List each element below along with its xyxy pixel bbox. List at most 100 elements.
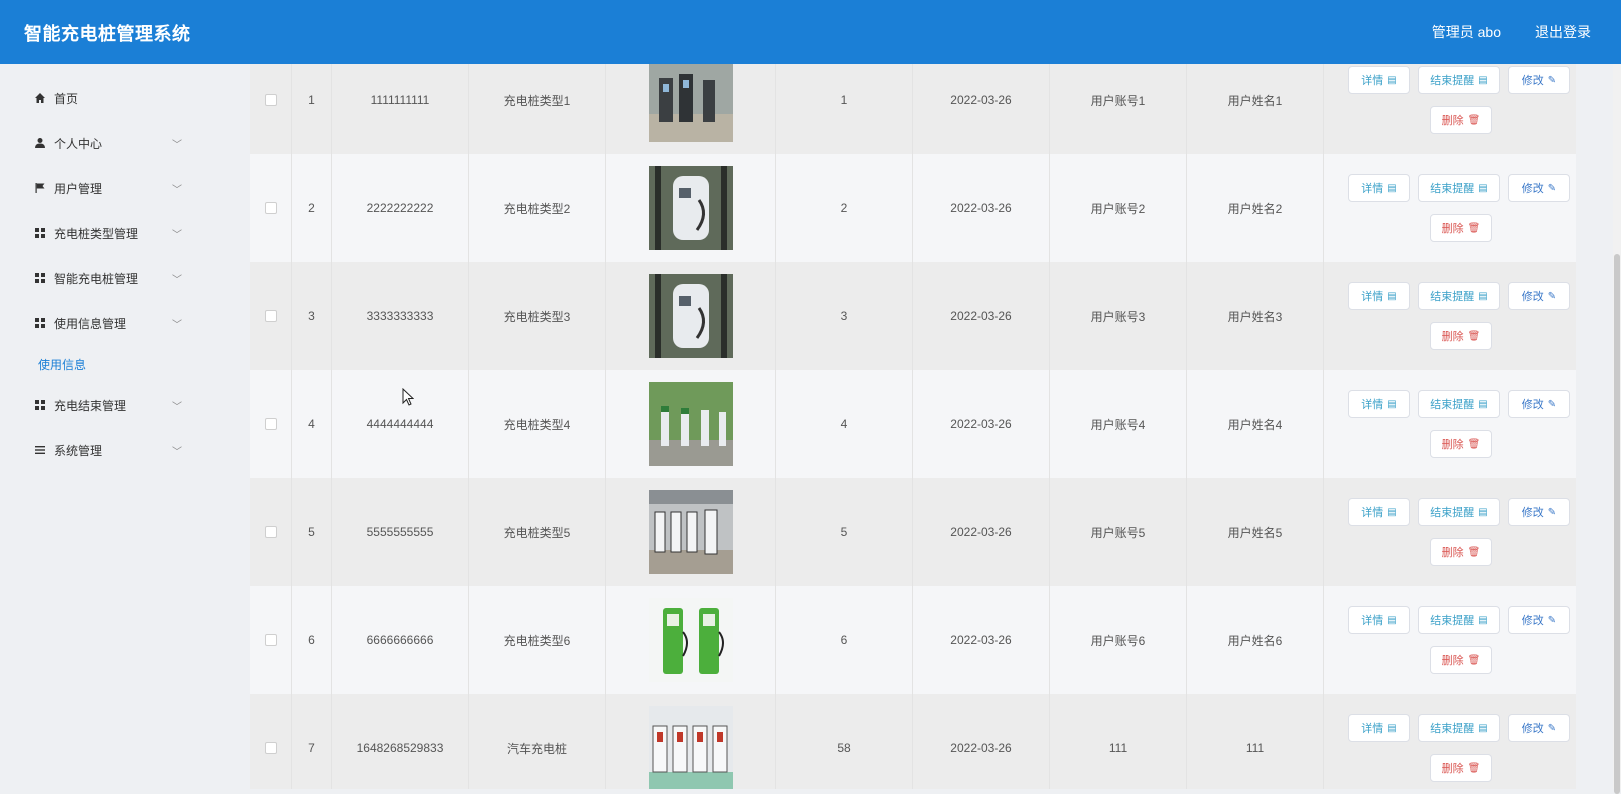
- row-actions: 详情 ▤ 结束提醒 ▤ 修改 ✎ 删除 🗑: [1330, 64, 1570, 154]
- end-reminder-button[interactable]: 结束提醒 ▤: [1418, 606, 1500, 634]
- user-account: 用户账号2: [1050, 154, 1187, 262]
- usage-date: 2022-03-26: [913, 262, 1050, 370]
- row-actions: 详情 ▤ 结束提醒 ▤ 修改 ✎ 删除 🗑: [1330, 694, 1570, 789]
- list-icon: [34, 444, 46, 456]
- user-icon: [34, 137, 46, 149]
- edit-button[interactable]: 修改 ✎: [1508, 714, 1570, 742]
- detail-button[interactable]: 详情 ▤: [1348, 282, 1410, 310]
- end-reminder-button[interactable]: 结束提醒 ▤: [1418, 66, 1500, 94]
- user-name: 用户姓名6: [1187, 586, 1324, 694]
- end-reminder-button[interactable]: 结束提醒 ▤: [1418, 390, 1500, 418]
- detail-button[interactable]: 详情 ▤: [1348, 714, 1410, 742]
- trash-icon: 🗑: [1467, 546, 1481, 558]
- sidebar-item-label: 首页: [54, 91, 79, 106]
- sidebar-item-usage-info-management[interactable]: 使用信息管理 ﹀: [0, 303, 216, 343]
- row-actions: 详情 ▤ 结束提醒 ▤ 修改 ✎ 删除 🗑: [1330, 478, 1570, 586]
- row-actions: 详情 ▤ 结束提醒 ▤ 修改 ✎ 删除 🗑: [1330, 370, 1570, 478]
- table-row: 2 2222222222 充电桩类型2 2 2022-03-26 用户账号2 用…: [250, 154, 1576, 263]
- document-icon: ▤: [1478, 506, 1488, 518]
- sidebar-item-user-management[interactable]: 用户管理 ﹀: [0, 168, 216, 208]
- pile-type: 充电桩类型6: [469, 586, 606, 694]
- usage-quantity: 3: [776, 262, 913, 370]
- vertical-scrollbar[interactable]: [1613, 64, 1621, 794]
- edit-button[interactable]: 修改 ✎: [1508, 498, 1570, 526]
- edit-button[interactable]: 修改 ✎: [1508, 390, 1570, 418]
- row-checkbox[interactable]: [264, 418, 277, 430]
- detail-button[interactable]: 详情 ▤: [1348, 390, 1410, 418]
- pile-image: [648, 490, 733, 574]
- sidebar-item-smart-pile-management[interactable]: 智能充电桩管理 ﹀: [0, 258, 216, 298]
- detail-button[interactable]: 详情 ▤: [1348, 66, 1410, 94]
- sidebar: 首页 个人中心 ﹀ 用户管理 ﹀ 充电桩类型管理 ﹀ 智能充电桩管理 ﹀ 使用信…: [0, 64, 216, 789]
- trash-icon: 🗑: [1467, 114, 1481, 126]
- pencil-icon: ✎: [1547, 506, 1557, 518]
- row-index: 7: [292, 694, 332, 789]
- end-reminder-button[interactable]: 结束提醒 ▤: [1418, 282, 1500, 310]
- edit-button[interactable]: 修改 ✎: [1508, 66, 1570, 94]
- row-checkbox[interactable]: [264, 634, 277, 646]
- sidebar-item-personal-center[interactable]: 个人中心 ﹀: [0, 123, 216, 163]
- pencil-icon: ✎: [1547, 722, 1557, 734]
- end-reminder-button[interactable]: 结束提醒 ▤: [1418, 174, 1500, 202]
- table-row: 7 1648268529833 汽车充电桩 58 2022-03-26 111 …: [250, 694, 1576, 789]
- delete-button[interactable]: 删除 🗑: [1430, 754, 1492, 782]
- end-reminder-button[interactable]: 结束提醒 ▤: [1418, 498, 1500, 526]
- delete-button[interactable]: 删除 🗑: [1430, 214, 1492, 242]
- table-row: 5 5555555555 充电桩类型5 5 2022-03-26 用户账号5 用…: [250, 478, 1576, 587]
- user-name: 用户姓名4: [1187, 370, 1324, 478]
- usage-date: 2022-03-26: [913, 586, 1050, 694]
- grid-icon: [34, 227, 46, 239]
- pile-type: 充电桩类型2: [469, 154, 606, 262]
- pile-type: 汽车充电桩: [469, 694, 606, 789]
- user-account: 111: [1050, 694, 1187, 789]
- current-user: 管理员 abo: [1431, 24, 1501, 40]
- sidebar-item-charge-end-management[interactable]: 充电结束管理 ﹀: [0, 385, 216, 425]
- trash-icon: 🗑: [1467, 330, 1481, 342]
- delete-button[interactable]: 删除 🗑: [1430, 646, 1492, 674]
- sidebar-item-pile-type-management[interactable]: 充电桩类型管理 ﹀: [0, 213, 216, 253]
- pile-image: [648, 598, 733, 682]
- pile-type: 充电桩类型4: [469, 370, 606, 478]
- row-checkbox[interactable]: [264, 202, 277, 214]
- pile-type: 充电桩类型3: [469, 262, 606, 370]
- row-checkbox[interactable]: [264, 94, 277, 106]
- delete-button[interactable]: 删除 🗑: [1430, 430, 1492, 458]
- chevron-down-icon: ﹀: [172, 274, 182, 286]
- user-account: 用户账号5: [1050, 478, 1187, 586]
- top-header: 智能充电桩管理系统 管理员 abo 退出登录: [0, 0, 1621, 64]
- sidebar-item-label: 系统管理: [54, 443, 103, 458]
- row-index: 6: [292, 586, 332, 694]
- pile-image: [648, 274, 733, 358]
- row-checkbox[interactable]: [264, 526, 277, 538]
- document-icon: ▤: [1387, 182, 1397, 194]
- trash-icon: 🗑: [1467, 762, 1481, 774]
- sidebar-item-label: 个人中心: [54, 136, 103, 151]
- delete-button[interactable]: 删除 🗑: [1430, 322, 1492, 350]
- edit-button[interactable]: 修改 ✎: [1508, 174, 1570, 202]
- edit-button[interactable]: 修改 ✎: [1508, 606, 1570, 634]
- sidebar-subitem-usage-info[interactable]: 使用信息: [38, 356, 86, 373]
- row-checkbox[interactable]: [264, 742, 277, 754]
- row-checkbox[interactable]: [264, 310, 277, 322]
- detail-button[interactable]: 详情 ▤: [1348, 606, 1410, 634]
- logout-link[interactable]: 退出登录: [1535, 22, 1591, 42]
- pile-code: 1111111111: [332, 64, 469, 154]
- end-reminder-button[interactable]: 结束提醒 ▤: [1418, 714, 1500, 742]
- document-icon: ▤: [1387, 398, 1397, 410]
- delete-button[interactable]: 删除 🗑: [1430, 538, 1492, 566]
- pile-image: [648, 382, 733, 466]
- table-row: 6 6666666666 充电桩类型6 6 2022-03-26 用户账号6 用…: [250, 586, 1576, 695]
- document-icon: ▤: [1478, 182, 1488, 194]
- table-row: 1 1111111111 充电桩类型1 1 2022-03-26 用户账号1 用…: [250, 64, 1576, 155]
- usage-date: 2022-03-26: [913, 694, 1050, 789]
- document-icon: ▤: [1478, 290, 1488, 302]
- sidebar-item-home[interactable]: 首页: [0, 78, 216, 118]
- detail-button[interactable]: 详情 ▤: [1348, 174, 1410, 202]
- document-icon: ▤: [1387, 506, 1397, 518]
- edit-button[interactable]: 修改 ✎: [1508, 282, 1570, 310]
- scrollbar-thumb[interactable]: [1614, 254, 1620, 794]
- chevron-down-icon: ﹀: [172, 319, 182, 331]
- sidebar-item-system-management[interactable]: 系统管理 ﹀: [0, 430, 216, 470]
- delete-button[interactable]: 删除 🗑: [1430, 106, 1492, 134]
- detail-button[interactable]: 详情 ▤: [1348, 498, 1410, 526]
